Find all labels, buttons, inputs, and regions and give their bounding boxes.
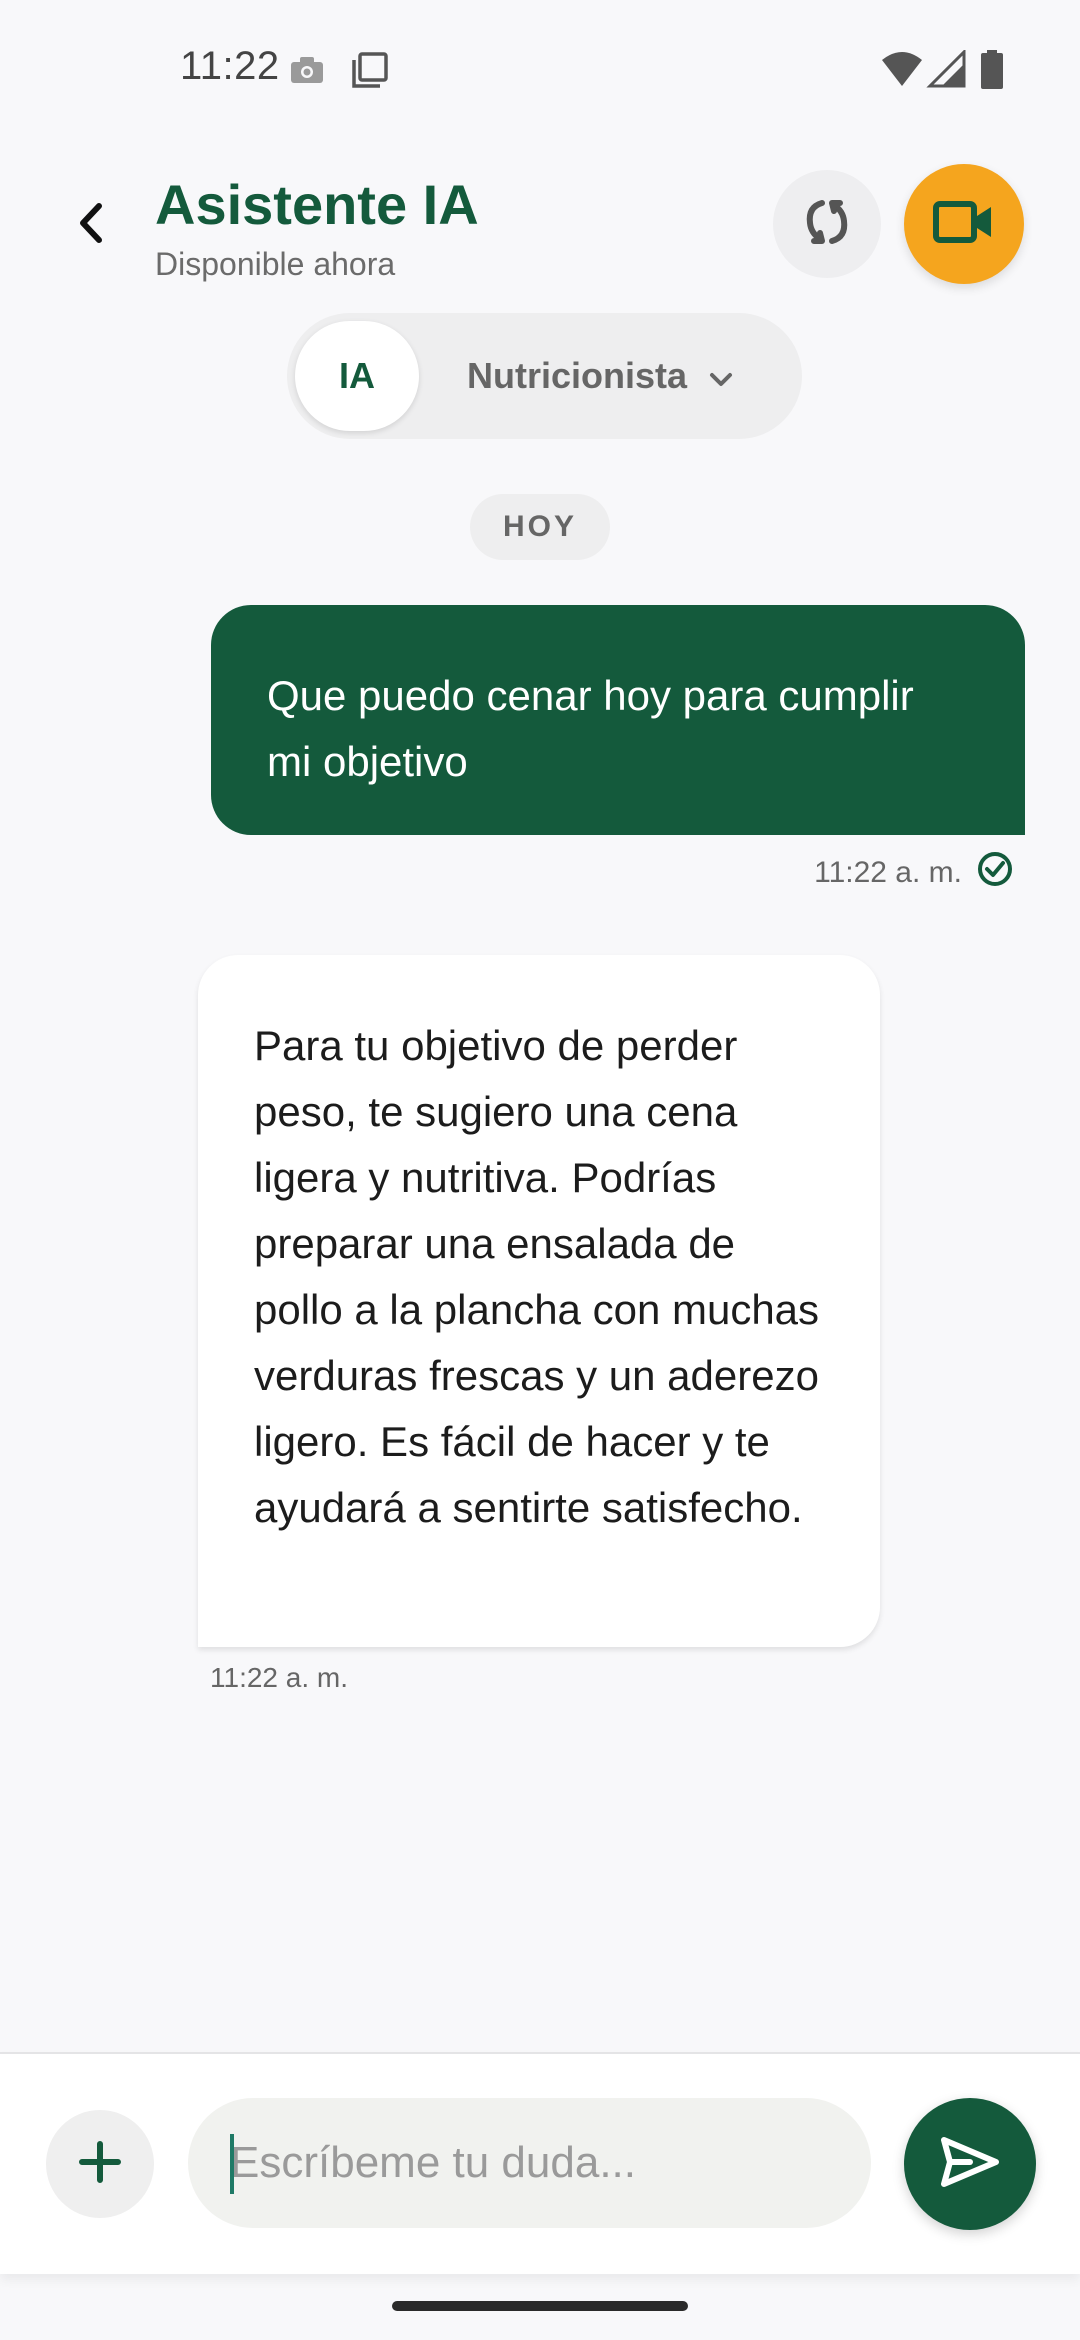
video-camera-icon [933,199,995,250]
send-icon [940,2136,1000,2193]
message-input[interactable] [188,2098,871,2228]
plus-icon [78,2140,122,2189]
assistant-message-time: 11:22 a. m. [210,1662,349,1693]
back-button[interactable] [60,195,120,255]
add-attachment-button[interactable] [46,2110,154,2218]
refresh-button[interactable] [773,170,881,278]
assistant-message-bubble: Para tu objetivo de perder peso, te sugi… [198,955,880,1647]
refresh-icon [800,195,854,254]
home-gesture-bar[interactable] [392,2301,688,2311]
copy-icon [350,50,390,95]
chevron-left-icon [75,202,105,249]
mode-ia-toggle[interactable]: IA [295,321,419,431]
check-circle-icon [976,850,1014,896]
user-message-time: 11:22 a. m. [814,856,962,889]
camera-icon [290,56,324,89]
chevron-down-icon [709,355,733,397]
user-message-meta: 11:22 a. m. [814,850,1014,896]
wifi-icon [880,50,924,93]
assistant-message-text: Para tu objetivo de perder peso, te sugi… [254,1022,820,1531]
signal-icon [926,48,966,93]
chat-screen: 11:22 Asistente IA Disponible ahora IA N… [0,0,1080,2340]
specialist-dropdown[interactable]: Nutricionista [467,313,733,439]
page-title: Asistente IA [155,173,479,236]
send-button[interactable] [904,2098,1036,2230]
video-call-button[interactable] [904,164,1024,284]
specialist-dropdown-label: Nutricionista [467,355,688,396]
availability-status: Disponible ahora [155,246,396,282]
user-message-bubble: Que puedo cenar hoy para cumplir mi obje… [211,605,1025,835]
battery-icon [980,50,1004,95]
user-message-text: Que puedo cenar hoy para cumplir mi obje… [267,672,914,785]
text-caret [230,2134,234,2194]
status-time: 11:22 [180,44,280,88]
status-bar: 11:22 [0,0,1080,140]
date-chip: HOY [470,494,610,560]
mode-selector: IA Nutricionista [287,313,802,439]
